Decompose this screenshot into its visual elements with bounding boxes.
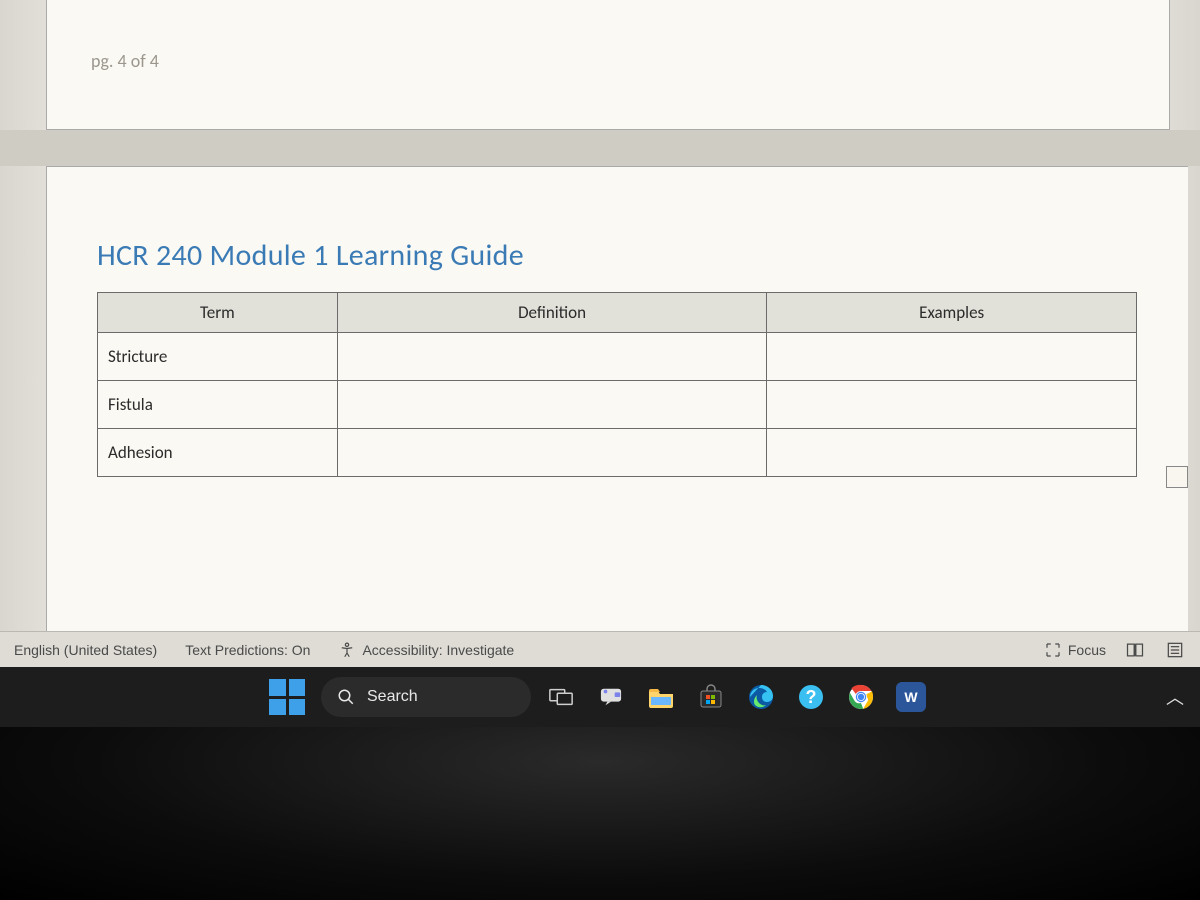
page-gap [0, 130, 1200, 166]
start-button[interactable] [269, 679, 305, 715]
chat-icon [598, 686, 624, 708]
taskbar-search-label: Search [367, 688, 418, 706]
print-layout-icon [1165, 641, 1185, 659]
margin-marker[interactable] [1166, 466, 1188, 488]
windows-logo-icon [269, 679, 286, 696]
word-button[interactable]: W [891, 677, 931, 717]
table-header-row: Term Definition Examples [98, 293, 1137, 333]
store-icon [698, 684, 724, 710]
help-icon: ? [797, 683, 825, 711]
cell-examples[interactable] [767, 381, 1137, 429]
page-current[interactable]: HCR 240 Module 1 Learning Guide Term Def… [46, 166, 1188, 631]
page-previous-bottom: pg. 4 of 4 [46, 0, 1170, 130]
focus-mode-button[interactable]: Focus [1044, 641, 1106, 659]
status-accessibility-label: Accessibility: Investigate [362, 642, 514, 658]
cell-term[interactable]: Adhesion [98, 429, 338, 477]
status-language[interactable]: English (United States) [14, 642, 157, 658]
folder-icon [647, 685, 675, 709]
cell-term[interactable]: Stricture [98, 333, 338, 381]
focus-label: Focus [1068, 642, 1106, 658]
taskbar-search[interactable]: Search [321, 677, 531, 717]
windows-taskbar: Search [0, 667, 1200, 727]
status-language-label: English (United States) [14, 642, 157, 658]
edge-icon [747, 683, 775, 711]
chat-button[interactable] [591, 677, 631, 717]
chrome-icon [847, 683, 875, 711]
chrome-button[interactable] [841, 677, 881, 717]
task-view-icon [548, 686, 574, 708]
monitor-bezel [0, 727, 1200, 900]
status-text-predictions[interactable]: Text Predictions: On [185, 642, 310, 658]
focus-icon [1044, 641, 1062, 659]
word-icon: W [896, 682, 926, 712]
print-layout-button[interactable] [1164, 639, 1186, 661]
header-term[interactable]: Term [98, 293, 338, 333]
cell-definition[interactable] [337, 429, 767, 477]
table-row[interactable]: Stricture [98, 333, 1137, 381]
document-title[interactable]: HCR 240 Module 1 Learning Guide [97, 237, 1188, 274]
file-explorer-button[interactable] [641, 677, 681, 717]
system-tray[interactable]: ︿ [1166, 667, 1184, 727]
read-mode-button[interactable] [1124, 639, 1146, 661]
cell-term[interactable]: Fistula [98, 381, 338, 429]
read-mode-icon [1125, 641, 1145, 659]
document-canvas: pg. 4 of 4 HCR 240 Module 1 Learning Gui… [0, 0, 1200, 631]
header-examples[interactable]: Examples [767, 293, 1137, 333]
search-icon [337, 688, 355, 706]
header-definition[interactable]: Definition [337, 293, 767, 333]
table-row[interactable]: Fistula [98, 381, 1137, 429]
table-row[interactable]: Adhesion [98, 429, 1137, 477]
word-status-bar: English (United States) Text Predictions… [0, 631, 1200, 667]
status-predictions-label: Text Predictions: On [185, 642, 310, 658]
cell-examples[interactable] [767, 429, 1137, 477]
edge-button[interactable] [741, 677, 781, 717]
microsoft-store-button[interactable] [691, 677, 731, 717]
tray-chevron-up-icon[interactable]: ︿ [1166, 684, 1184, 710]
terms-table[interactable]: Term Definition Examples Stricture Fistu… [97, 292, 1137, 477]
svg-text:?: ? [806, 687, 817, 707]
cell-examples[interactable] [767, 333, 1137, 381]
get-help-button[interactable]: ? [791, 677, 831, 717]
task-view-button[interactable] [541, 677, 581, 717]
accessibility-icon [338, 641, 356, 659]
cell-definition[interactable] [337, 381, 767, 429]
page-number-footer: pg. 4 of 4 [91, 50, 159, 72]
status-accessibility[interactable]: Accessibility: Investigate [338, 641, 514, 659]
cell-definition[interactable] [337, 333, 767, 381]
